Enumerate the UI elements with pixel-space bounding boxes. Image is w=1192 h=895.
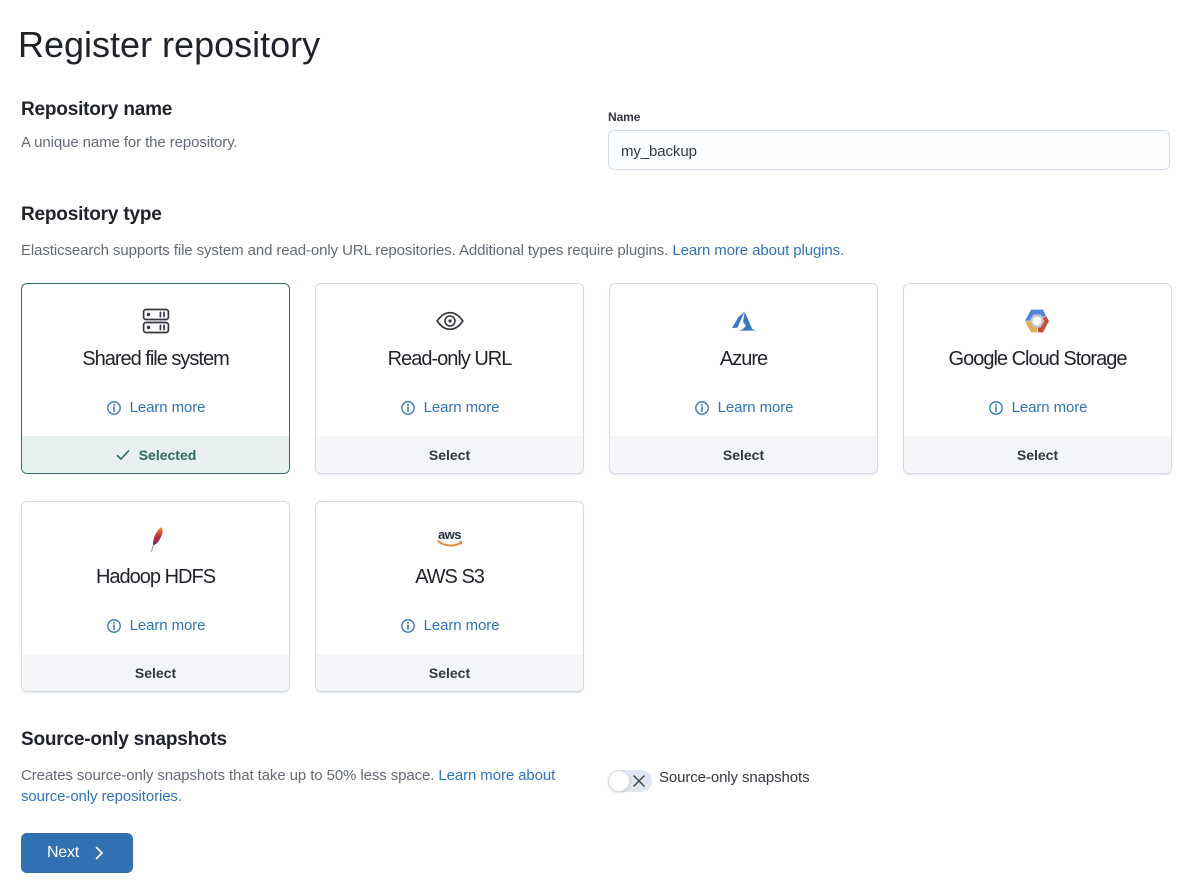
svg-text:aws: aws xyxy=(437,527,460,542)
